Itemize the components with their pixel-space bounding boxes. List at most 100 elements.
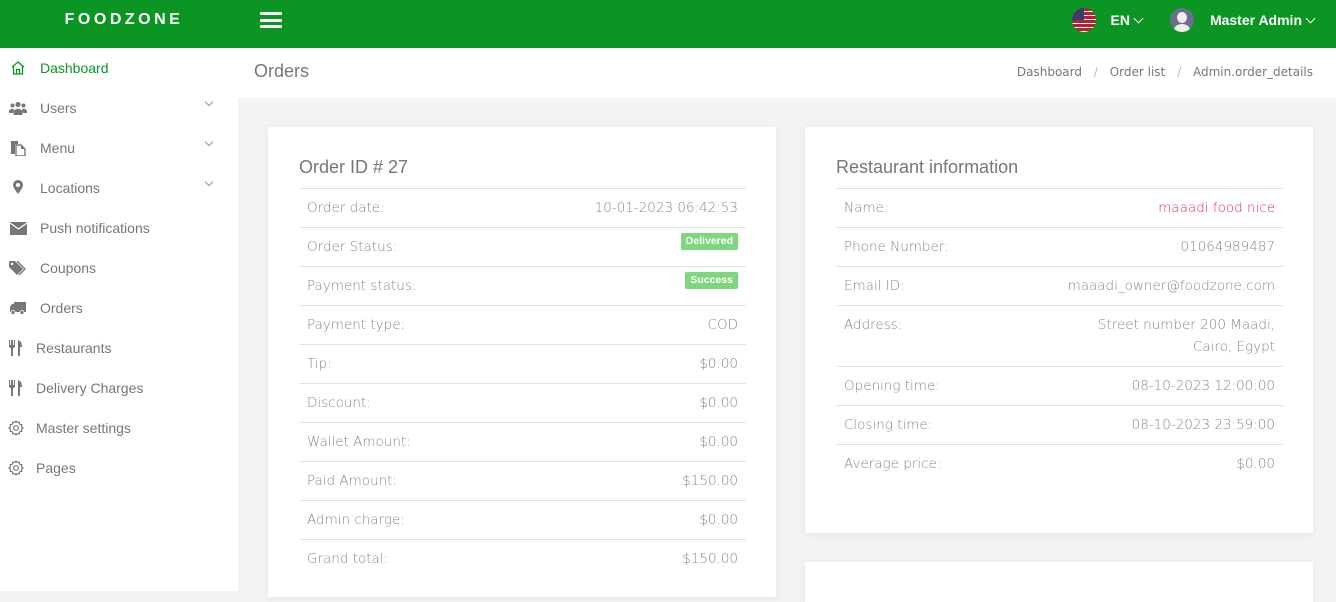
sidebar-item-locations[interactable]: Locations — [0, 168, 238, 208]
sidebar-item-label: Orders — [40, 300, 83, 316]
cutlery-icon — [6, 380, 26, 396]
breadcrumb-separator: / — [1177, 65, 1182, 79]
table-row: Average price: $0.00 — [836, 445, 1283, 484]
average-price-value: $0.00 — [1236, 456, 1275, 472]
chevron-down-icon — [204, 97, 214, 107]
chevron-down-icon — [1305, 13, 1316, 23]
sidebar-item-pages[interactable]: Pages — [0, 448, 238, 488]
restaurant-info-table: Name: maaadi food nice Phone Number: 010… — [836, 188, 1283, 484]
name-label: Name: — [844, 200, 889, 216]
page-title: Orders — [254, 61, 310, 81]
opening-time-value: 08-10-2023 12:00:00 — [1131, 378, 1275, 394]
language-dropdown[interactable]: EN — [1072, 8, 1144, 32]
sidebar-item-label: Master settings — [36, 420, 131, 436]
table-row: Name: maaadi food nice — [836, 189, 1283, 228]
order-details-card: Order ID # 27 Order date: 10-01-2023 06:… — [268, 127, 776, 597]
table-row: Discount: $0.00 — [299, 384, 746, 423]
table-row: Grand total: $150.00 — [299, 540, 746, 579]
users-icon — [8, 100, 28, 116]
avatar — [1169, 8, 1194, 32]
table-row: Tip: $0.00 — [299, 345, 746, 384]
us-flag-icon — [1072, 8, 1097, 32]
grand-total-value: $150.00 — [682, 551, 738, 567]
hamburger-icon — [260, 12, 282, 15]
sidebar-item-label: Delivery Charges — [36, 380, 144, 396]
chevron-down-icon — [204, 177, 214, 187]
order-id-title: Order ID # 27 — [299, 157, 409, 177]
truck-icon — [8, 300, 28, 316]
sidebar-item-label: Menu — [40, 140, 76, 156]
address-line-1: Street number 200 Maadi, — [1097, 317, 1275, 333]
sidebar-item-label: Push notifications — [40, 220, 150, 236]
sidebar-item-push-notifications[interactable]: Push notifications — [0, 208, 238, 248]
table-row: Wallet Amount: $0.00 — [299, 423, 746, 462]
table-row: Payment status: Success — [299, 267, 746, 306]
discount-label: Discount: — [307, 395, 371, 411]
order-status-label: Order Status: — [307, 239, 398, 255]
cutlery-icon — [6, 340, 26, 356]
table-row: Paid Amount: $150.00 — [299, 462, 746, 501]
sidebar-item-label: Users — [40, 100, 77, 116]
table-row: Address: Street number 200 Maadi, Cairo,… — [836, 306, 1283, 367]
paid-amount-value: $150.00 — [682, 473, 738, 489]
breadcrumb: Dashboard / Order list / Admin.order_det… — [1017, 65, 1313, 79]
address-label: Address: — [844, 317, 903, 333]
map-marker-icon — [8, 180, 28, 196]
sidebar-item-delivery-charges[interactable]: Delivery Charges — [0, 368, 238, 408]
phone-value: 01064989487 — [1180, 239, 1275, 255]
hamburger-icon-bar — [260, 18, 282, 22]
gear-icon — [6, 460, 26, 476]
payment-type-label: Payment type: — [307, 317, 406, 333]
order-details-table: Order date: 10-01-2023 06:42:53 Order St… — [299, 188, 746, 579]
user-menu-dropdown[interactable]: Master Admin — [1169, 8, 1316, 32]
user-name: Master Admin — [1209, 12, 1302, 28]
order-date-label: Order date: — [307, 200, 385, 216]
chevron-down-icon — [204, 137, 214, 147]
tags-icon — [8, 260, 28, 276]
tip-value: $0.00 — [699, 356, 738, 372]
wallet-amount-label: Wallet Amount: — [307, 434, 411, 450]
restaurant-info-card: Restaurant information Name: maaadi food… — [805, 127, 1313, 533]
chevron-down-icon — [1133, 13, 1144, 23]
table-row: Order date: 10-01-2023 06:42:53 — [299, 189, 746, 228]
breadcrumb-current: Admin.order_details — [1192, 65, 1313, 79]
sidebar-item-menu[interactable]: Menu — [0, 128, 238, 168]
paid-amount-label: Paid Amount: — [307, 473, 398, 489]
admin-charge-value: $0.00 — [699, 512, 738, 528]
address-value: Street number 200 Maadi, Cairo, Egypt — [1098, 303, 1275, 358]
envelope-icon — [8, 220, 28, 236]
sidebar-item-label: Locations — [40, 180, 100, 196]
sidebar-item-dashboard[interactable]: Dashboard — [0, 48, 238, 88]
home-icon — [8, 60, 28, 76]
hamburger-icon-bar — [260, 25, 282, 28]
email-label: Email ID: — [844, 278, 905, 294]
top-navbar: FOODZONE EN Master Admin — [0, 0, 1336, 48]
sidebar-item-label: Restaurants — [36, 340, 112, 356]
sidebar-item-restaurants[interactable]: Restaurants — [0, 328, 238, 368]
table-row: Admin charge: $0.00 — [299, 501, 746, 540]
sidebar-item-master-settings[interactable]: Master settings — [0, 408, 238, 448]
sidebar-item-orders[interactable]: Orders — [0, 288, 238, 328]
breadcrumb-separator: / — [1093, 65, 1098, 79]
breadcrumb-order-list[interactable]: Order list — [1110, 65, 1166, 79]
sidebar-item-label: Dashboard — [40, 60, 109, 76]
sidebar-item-label: Pages — [36, 460, 76, 476]
sidebar-item-label: Coupons — [40, 260, 97, 276]
brand-logo[interactable]: FOODZONE — [0, 0, 248, 48]
payment-status-badge: Success — [685, 272, 738, 289]
sidebar-item-users[interactable]: Users — [0, 88, 238, 128]
wallet-amount-value: $0.00 — [699, 434, 738, 450]
table-row: Closing time: 08-10-2023 23:59:00 — [836, 406, 1283, 445]
breadcrumb-dashboard[interactable]: Dashboard — [1017, 65, 1082, 79]
table-row: Payment type: COD — [299, 306, 746, 345]
average-price-label: Average price: — [844, 456, 942, 472]
sidebar-item-coupons[interactable]: Coupons — [0, 248, 238, 288]
copy-icon — [8, 140, 28, 156]
closing-time-label: Closing time: — [844, 417, 933, 433]
payment-type-value: COD — [707, 317, 738, 333]
language-label: EN — [1110, 12, 1130, 28]
closing-time-value: 08-10-2023 23:59:00 — [1131, 417, 1275, 433]
admin-charge-label: Admin charge: — [307, 512, 405, 528]
menu-toggle-button[interactable] — [260, 12, 282, 28]
restaurant-info-title: Restaurant information — [836, 157, 1019, 177]
